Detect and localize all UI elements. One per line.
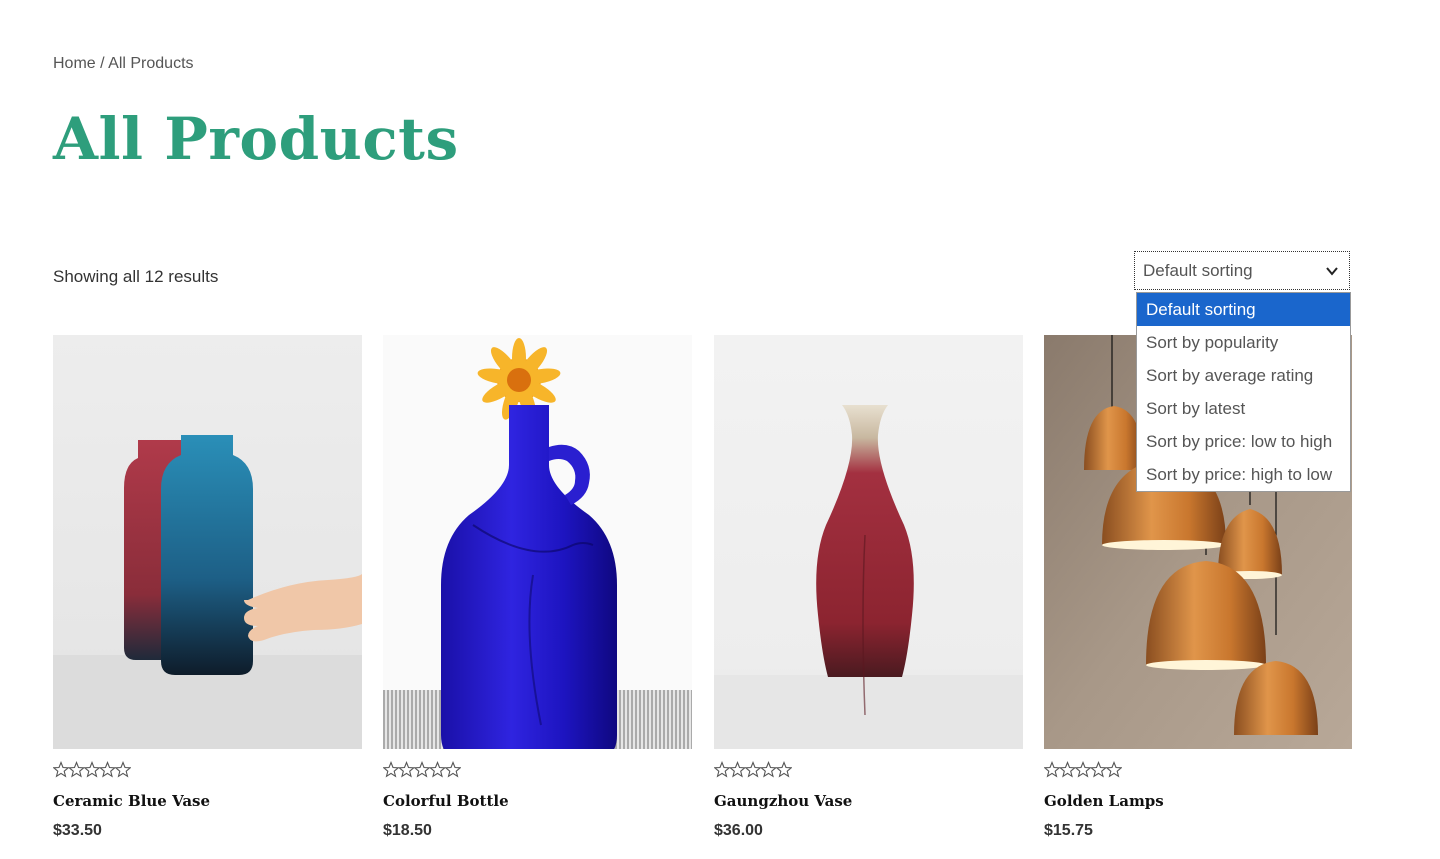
star-rating xyxy=(383,761,692,779)
breadcrumb: Home / All Products xyxy=(53,53,194,75)
sort-option-popularity[interactable]: Sort by popularity xyxy=(1137,326,1350,359)
product-image[interactable] xyxy=(53,335,362,749)
breadcrumb-current: All Products xyxy=(108,55,194,72)
product-image[interactable] xyxy=(714,335,1023,749)
product-name[interactable]: Golden Lamps xyxy=(1044,791,1352,811)
sort-option-default[interactable]: Default sorting xyxy=(1137,293,1350,326)
page-title: All Products xyxy=(53,105,459,173)
result-count: Showing all 12 results xyxy=(53,267,219,286)
star-rating xyxy=(1044,761,1352,779)
sort-dropdown: Default sorting Sort by popularity Sort … xyxy=(1136,292,1351,492)
sort-option-price-asc[interactable]: Sort by price: low to high xyxy=(1137,425,1350,458)
star-rating xyxy=(53,761,362,779)
product-price: $33.50 xyxy=(53,822,102,839)
shop-page: Home / All Products All Products Showing… xyxy=(0,0,1440,859)
product-image[interactable] xyxy=(383,335,692,749)
product-price: $15.75 xyxy=(1044,822,1093,839)
sort-option-rating[interactable]: Sort by average rating xyxy=(1137,359,1350,392)
product-card: Ceramic Blue Vase $33.50 xyxy=(53,335,362,841)
star-icon xyxy=(383,761,461,778)
sort-select-value: Default sorting xyxy=(1143,260,1253,280)
product-card: Colorful Bottle $18.50 xyxy=(383,335,692,841)
sort-select[interactable]: Default sorting xyxy=(1134,251,1350,290)
product-name[interactable]: Gaungzhou Vase xyxy=(714,791,1023,811)
breadcrumb-home-link[interactable]: Home xyxy=(53,55,96,72)
product-card: Gaungzhou Vase $36.00 xyxy=(714,335,1023,841)
star-rating xyxy=(714,761,1023,779)
sort-option-price-desc[interactable]: Sort by price: high to low xyxy=(1137,458,1350,491)
product-price: $36.00 xyxy=(714,822,763,839)
chevron-down-icon xyxy=(1326,267,1338,276)
star-icon xyxy=(53,761,131,778)
breadcrumb-separator: / xyxy=(95,55,109,72)
star-icon xyxy=(714,761,792,778)
product-price: $18.50 xyxy=(383,822,432,839)
sort-option-latest[interactable]: Sort by latest xyxy=(1137,392,1350,425)
product-name[interactable]: Ceramic Blue Vase xyxy=(53,791,362,811)
star-icon xyxy=(1044,761,1122,778)
product-name[interactable]: Colorful Bottle xyxy=(383,791,692,811)
